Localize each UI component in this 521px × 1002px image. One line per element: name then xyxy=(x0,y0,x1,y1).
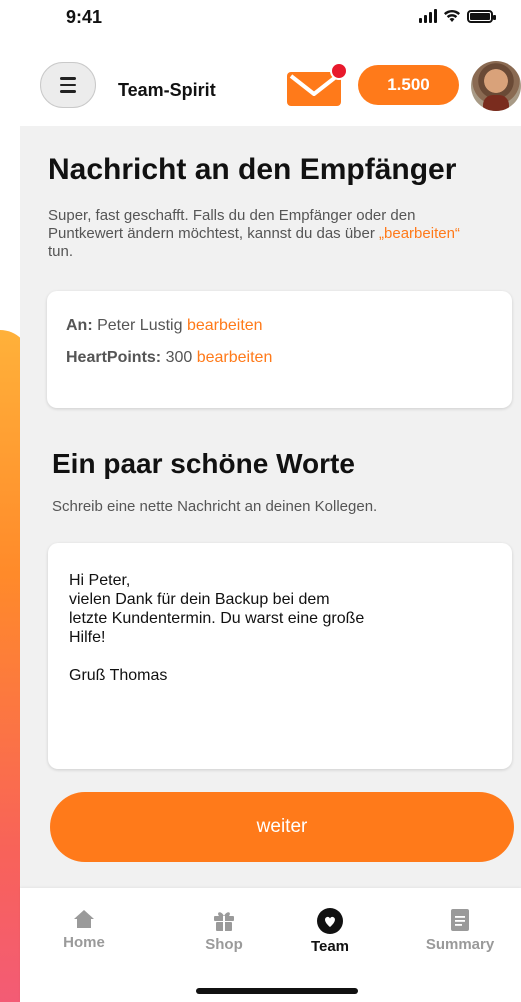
status-icons xyxy=(419,9,496,23)
intro-edit-link[interactable]: „bearbeiten“ xyxy=(379,225,460,242)
home-icon xyxy=(74,910,94,928)
heart-icon xyxy=(317,908,343,934)
wifi-icon xyxy=(444,9,460,22)
intro-text: Super, fast geschafft. Falls du den Empf… xyxy=(48,207,460,260)
home-indicator xyxy=(196,988,358,994)
signal-icon xyxy=(419,9,437,23)
tab-bar: Home Shop Team Summary xyxy=(20,888,521,1002)
recipient-row: An: Peter Lustig bearbeiten xyxy=(66,317,263,335)
status-time: 9:41 xyxy=(66,7,103,27)
hamburger-icon xyxy=(60,77,76,80)
status-bar: 9:41 xyxy=(0,0,521,40)
message-input[interactable]: Hi Peter, vielen Dank für dein Backup be… xyxy=(48,543,512,769)
recipient-label: An: xyxy=(66,317,93,334)
page-title: Nachricht an den Empfänger xyxy=(48,153,457,186)
menu-button[interactable] xyxy=(40,62,96,108)
edit-recipient-link[interactable]: bearbeiten xyxy=(187,317,263,334)
tab-shop[interactable]: Shop xyxy=(184,908,264,953)
points-balance[interactable]: 1.500 xyxy=(358,65,459,105)
document-icon xyxy=(451,909,469,931)
tab-summary[interactable]: Summary xyxy=(420,908,500,953)
points-label: HeartPoints: xyxy=(66,349,162,366)
section-subtitle: Schreib eine nette Nachricht an deinen K… xyxy=(52,498,378,515)
battery-icon xyxy=(467,9,496,23)
continue-button[interactable]: weiter xyxy=(50,792,514,862)
points-value: 300 xyxy=(165,349,193,366)
tab-label: Summary xyxy=(425,936,495,953)
message-text[interactable]: Hi Peter, vielen Dank für dein Backup be… xyxy=(69,571,489,685)
points-row: HeartPoints: 300 bearbeiten xyxy=(66,349,272,367)
tab-team[interactable]: Team xyxy=(290,908,370,955)
edit-points-link[interactable]: bearbeiten xyxy=(197,349,273,366)
tab-label: Team xyxy=(310,938,350,955)
app-title: Team-Spirit xyxy=(118,80,216,100)
gift-icon xyxy=(214,912,234,931)
recipient-card: An: Peter Lustig bearbeiten HeartPoints:… xyxy=(47,291,512,408)
section-title: Ein paar schöne Worte xyxy=(52,448,355,479)
app-header: Team-Spirit 1.500 xyxy=(0,40,521,126)
recipient-name: Peter Lustig xyxy=(97,317,183,334)
avatar[interactable] xyxy=(471,61,521,111)
tab-home[interactable]: Home xyxy=(44,908,124,951)
tab-label: Shop xyxy=(205,936,243,953)
notification-dot xyxy=(330,62,348,80)
tab-label: Home xyxy=(63,934,105,951)
